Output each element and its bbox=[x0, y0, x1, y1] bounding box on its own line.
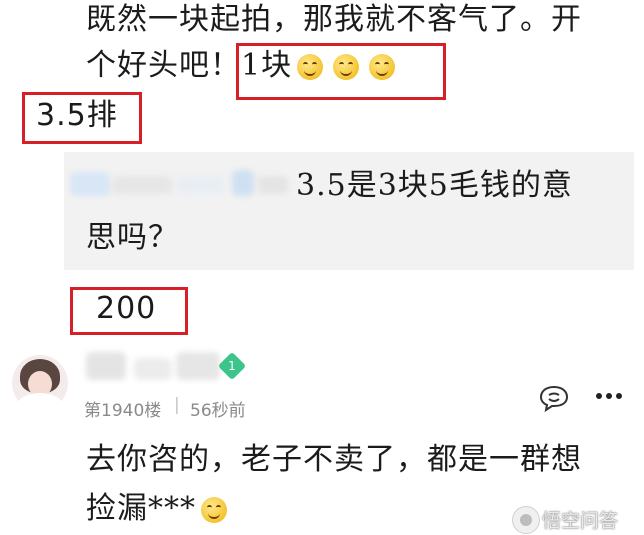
blurred-username bbox=[112, 176, 172, 194]
level-badge-number: 1 bbox=[228, 359, 236, 373]
reply-icon[interactable] bbox=[538, 384, 570, 413]
blurred-username bbox=[232, 170, 254, 196]
watermark-text: 悟空问答 bbox=[542, 510, 619, 532]
post-text-line-1: 既然一块起拍，那我就不客气了。开 bbox=[86, 2, 582, 37]
meta-separator: | bbox=[174, 395, 180, 415]
quote-text-line-1: 3.5是3块5毛钱的意 bbox=[296, 168, 573, 203]
highlight-box bbox=[236, 43, 446, 100]
more-options-icon[interactable] bbox=[594, 386, 624, 406]
post-text-prefix: 个好头吧！ bbox=[86, 48, 241, 83]
highlight-box bbox=[22, 92, 142, 144]
blurred-username bbox=[176, 352, 220, 380]
avatar[interactable] bbox=[12, 355, 68, 411]
comment-text-line-1: 去你咨的，老子不卖了，都是一群想 bbox=[86, 442, 582, 477]
floor-number: 第1940楼 bbox=[84, 401, 162, 421]
comment-text-line-2: 捡漏*** bbox=[86, 489, 232, 529]
blurred-username bbox=[70, 172, 110, 196]
smile-emoji-icon bbox=[201, 497, 227, 523]
comment-text-fragment: 捡漏*** bbox=[86, 491, 196, 526]
quote-text-line-2: 思吗？ bbox=[86, 220, 179, 255]
highlight-box bbox=[70, 287, 188, 335]
blurred-username bbox=[86, 352, 126, 380]
blurred-username bbox=[258, 176, 288, 194]
timestamp: 56秒前 bbox=[190, 401, 246, 421]
blurred-username bbox=[176, 176, 226, 194]
blurred-username bbox=[134, 358, 172, 380]
wukong-logo-icon bbox=[512, 506, 540, 534]
